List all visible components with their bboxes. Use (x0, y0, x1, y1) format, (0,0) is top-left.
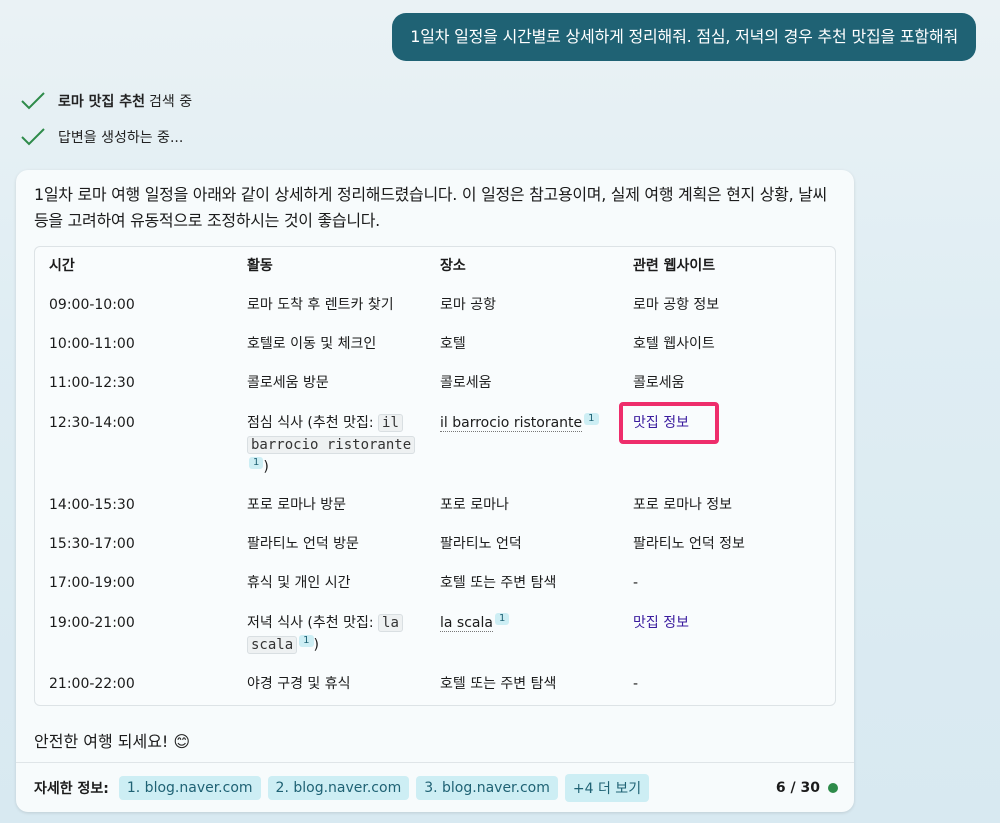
table-row-activity: 포로 로마나 방문 (247, 497, 347, 513)
table-row-time: 12:30-14:00 (49, 415, 135, 431)
check-icon (21, 92, 45, 110)
table-row-time: 15:30-17:00 (49, 536, 135, 552)
status-dot-icon (828, 783, 838, 793)
status-row-search: 로마 맛집 추천 검색 중 (20, 89, 192, 113)
table-row-place: 호텔 또는 주변 탐색 (440, 676, 557, 692)
user-message-bubble: 1일차 일정을 시간별로 상세하게 정리해줘. 점심, 저녁의 경우 추천 맛집… (392, 13, 976, 61)
restaurant-code: scala (247, 636, 298, 654)
table-row-activity: 호텔로 이동 및 체크인 (247, 336, 377, 352)
table-row-activity: 야경 구경 및 휴식 (247, 676, 351, 692)
table-row-place: 포로 로마나 (440, 497, 509, 513)
table-row-place: 로마 공항 (440, 297, 496, 313)
sources-footer: 자세한 정보: 1. blog.naver.com 2. blog.naver.… (34, 774, 656, 802)
table-row-time: 14:00-15:30 (49, 497, 135, 513)
table-row-place: 호텔 (440, 336, 466, 352)
table-row-site: - (633, 676, 639, 692)
activity-text: 점심 식사 (추천 맛집: (247, 415, 379, 431)
table-row-site: 콜로세움 (633, 375, 685, 391)
table-row-time: 17:00-19:00 (49, 575, 135, 591)
response-closing: 안전한 여행 되세요! 😊 (34, 732, 191, 751)
table-row-place: 호텔 또는 주변 탐색 (440, 575, 557, 591)
highlight-box (619, 402, 719, 444)
source-chip[interactable]: 2. blog.naver.com (267, 776, 410, 800)
more-sources-button[interactable]: +4 더 보기 (564, 774, 650, 802)
turn-counter-text: 6 / 30 (775, 780, 820, 796)
turn-counter: 6 / 30 (776, 775, 838, 801)
table-row-site: - (633, 575, 639, 591)
table-row-time: 19:00-21:00 (49, 615, 135, 631)
table-header-place: 장소 (440, 258, 466, 274)
table-row-time: 11:00-12:30 (49, 375, 135, 391)
place-link[interactable]: la scala (440, 615, 493, 632)
sources-label: 자세한 정보: (34, 781, 109, 797)
table-row-time: 21:00-22:00 (49, 676, 135, 692)
citation-badge[interactable]: 1 (584, 413, 599, 425)
assistant-response-card: 1일차 로마 여행 일정을 아래와 같이 상세하게 정리해드렸습니다. 이 일정… (16, 170, 854, 812)
status-generating-text: 답변을 생성하는 중... (58, 130, 184, 146)
citation-badge[interactable]: 1 (249, 457, 264, 469)
response-intro: 1일차 로마 여행 일정을 아래와 같이 상세하게 정리해드렸습니다. 이 일정… (34, 185, 827, 230)
status-row-generating: 답변을 생성하는 중... (20, 125, 183, 149)
table-row-activity: 콜로세움 방문 (247, 375, 329, 391)
restaurant-info-link[interactable]: 맛집 정보 (633, 612, 689, 634)
restaurant-code: il (378, 414, 403, 432)
table-row-site: 로마 공항 정보 (633, 297, 720, 313)
activity-suffix: ) (313, 637, 319, 653)
table-header-time: 시간 (49, 258, 75, 274)
table-row-place: 팔라티노 언덕 (440, 536, 522, 552)
table-row-place: 콜로세움 (440, 375, 492, 391)
status-search-term: 로마 맛집 추천 (58, 94, 146, 110)
restaurant-code: la (378, 614, 403, 632)
table-row-activity: 저녁 식사 (추천 맛집: la scala 1) (247, 612, 432, 656)
table-row-activity: 휴식 및 개인 시간 (247, 575, 351, 591)
table-row-site: 호텔 웹사이트 (633, 336, 715, 352)
activity-suffix: ) (263, 459, 269, 475)
check-icon (21, 128, 45, 146)
table-row-activity: 팔라티노 언덕 방문 (247, 536, 359, 552)
table-row-place: la scala 1 (440, 612, 510, 634)
activity-text: 저녁 식사 (추천 맛집: (247, 615, 379, 631)
table-row-activity: 로마 도착 후 렌트카 찾기 (247, 297, 394, 313)
table-row-site: 포로 로마나 정보 (633, 497, 733, 513)
source-chip[interactable]: 3. blog.naver.com (416, 776, 558, 800)
table-row-place: il barrocio ristorante 1 (440, 412, 599, 434)
status-search-text: 검색 중 (149, 94, 193, 110)
footer-divider (16, 762, 854, 763)
table-row-site: 팔라티노 언덕 정보 (633, 536, 745, 552)
place-link[interactable]: il barrocio ristorante (440, 415, 583, 432)
restaurant-code: barrocio ristorante (247, 436, 416, 454)
table-header-site: 관련 웹사이트 (633, 258, 716, 274)
table-row-time: 10:00-11:00 (49, 336, 135, 352)
table-row-time: 09:00-10:00 (49, 297, 135, 313)
table-header-activity: 활동 (247, 258, 273, 274)
citation-badge[interactable]: 1 (494, 613, 510, 625)
itinerary-table: 시간 활동 장소 관련 웹사이트 09:00-10:00 로마 도착 후 렌트카… (34, 246, 836, 706)
table-row-activity: 점심 식사 (추천 맛집: il barrocio ristorante 1) (247, 412, 432, 478)
citation-badge[interactable]: 1 (299, 635, 314, 647)
source-chip[interactable]: 1. blog.naver.com (118, 776, 261, 800)
